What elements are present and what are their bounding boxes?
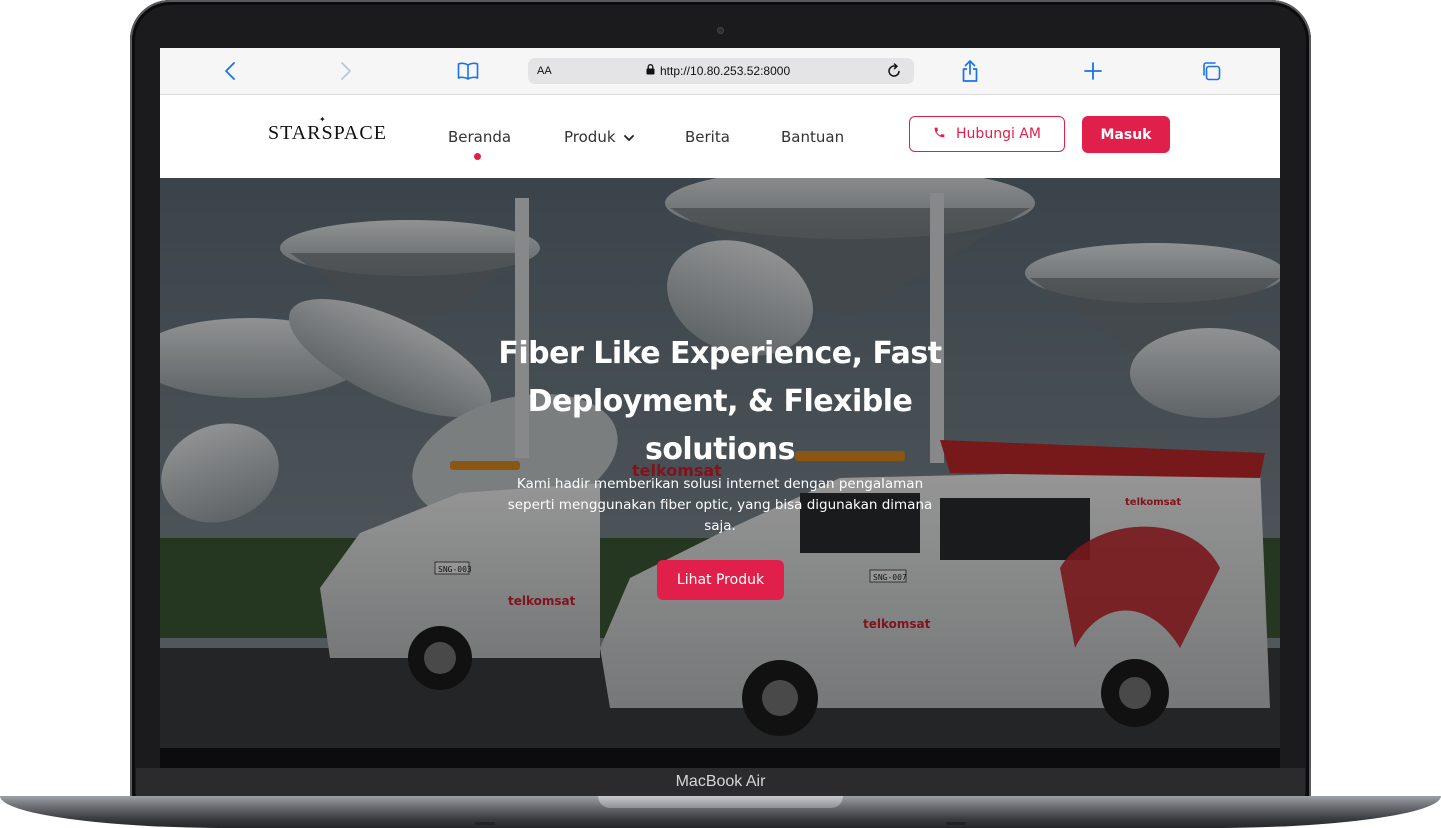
book-icon[interactable] <box>455 58 481 84</box>
site-logo[interactable]: STARSPACE <box>268 122 387 145</box>
model-label: MacBook Air <box>675 773 766 790</box>
active-indicator <box>474 153 481 160</box>
url-text: http://10.80.253.52:8000 <box>660 64 791 78</box>
chevron-down-icon <box>623 128 634 146</box>
hero-title: Fiber Like Experience, Fast Deployment, … <box>498 336 942 467</box>
camera-icon <box>717 27 724 34</box>
nav-item-beranda[interactable]: Beranda <box>448 128 511 146</box>
contact-am-button[interactable]: Hubungi AM <box>909 116 1065 152</box>
tabs-icon[interactable] <box>1198 58 1224 84</box>
laptop-chin: MacBook Air <box>136 768 1305 796</box>
nav-item-label: Produk <box>564 128 616 146</box>
contact-am-label: Hubungi AM <box>956 126 1041 142</box>
view-products-button[interactable]: Lihat Produk <box>657 560 784 600</box>
login-button[interactable]: Masuk <box>1082 116 1170 153</box>
screen-bottom-bezel <box>160 748 1280 768</box>
phone-icon <box>933 126 946 143</box>
site-header: ✦ STARSPACE Beranda Produk Berita Bantua… <box>160 95 1280 178</box>
chevron-right-icon[interactable] <box>336 58 356 84</box>
browser-toolbar: AA http://10.80.253.52:8000 <box>160 48 1280 95</box>
text-size-button[interactable]: AA <box>537 58 552 84</box>
laptop-notch <box>598 796 843 808</box>
laptop-foot <box>946 822 966 825</box>
hero-subtitle: Kami hadir memberikan solusi internet de… <box>507 476 933 534</box>
address-bar[interactable]: AA http://10.80.253.52:8000 <box>528 58 914 84</box>
chevron-left-icon[interactable] <box>220 58 240 84</box>
lock-icon <box>646 62 655 80</box>
nav-item-berita[interactable]: Berita <box>685 128 730 146</box>
nav-item-bantuan[interactable]: Bantuan <box>781 128 844 146</box>
share-icon[interactable] <box>957 58 983 84</box>
nav-item-produk[interactable]: Produk <box>564 128 634 146</box>
reload-icon[interactable] <box>884 61 904 81</box>
hero-section: telkomsat telkomsat telkomsat telkomsat … <box>160 178 1280 748</box>
plus-icon[interactable] <box>1080 58 1106 84</box>
screen: AA http://10.80.253.52:8000 ✦ STARSPACE … <box>160 48 1280 748</box>
laptop-foot <box>475 822 495 825</box>
